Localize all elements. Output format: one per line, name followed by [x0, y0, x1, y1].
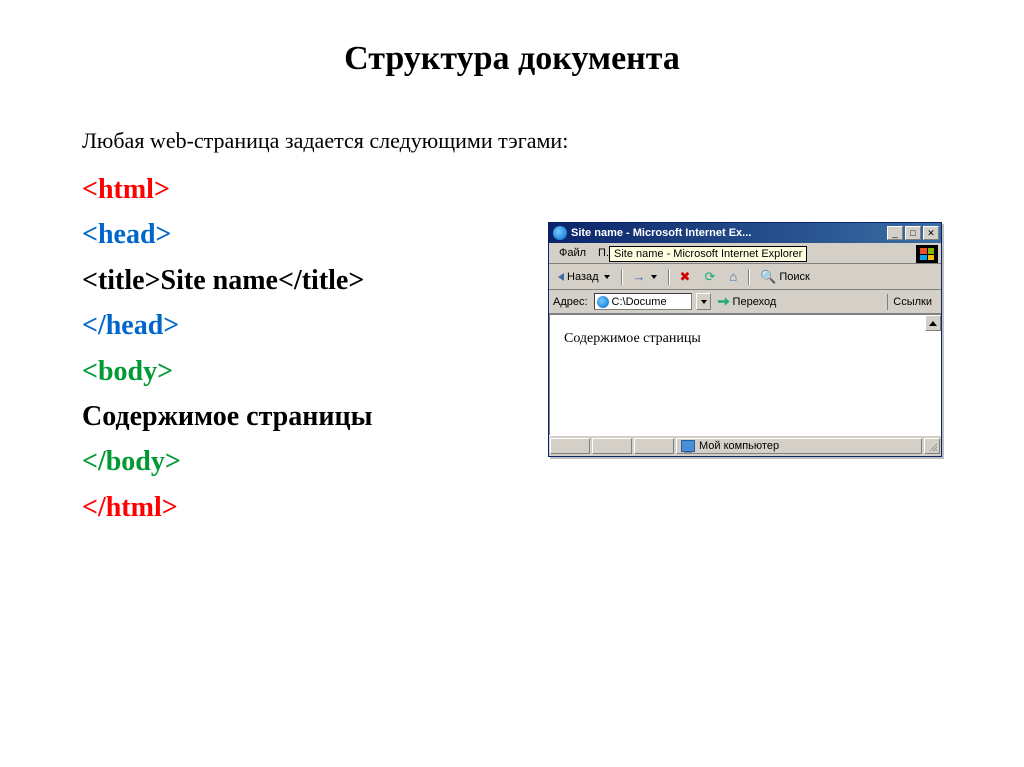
maximize-button[interactable]: □: [905, 226, 921, 240]
home-button[interactable]: ⌂: [724, 267, 742, 286]
status-zone-label: Мой компьютер: [699, 440, 779, 452]
ie-app-icon: [553, 226, 567, 240]
arrow-up-icon: [929, 321, 937, 326]
grip-icon: [927, 441, 937, 451]
ie-toolbar: Назад → ✖ ⟳ ⌂ 🔍 Поиск: [549, 264, 941, 290]
toolbar-separator: [748, 269, 749, 285]
home-icon: ⌂: [729, 270, 737, 283]
status-cell: [550, 438, 590, 454]
ie-titlebar[interactable]: Site name - Microsoft Internet Ex... _ □…: [549, 223, 941, 243]
page-body-text: Содержимое страницы: [564, 331, 701, 346]
stop-icon: ✖: [680, 270, 691, 283]
toolbar-separator: [668, 269, 669, 285]
status-zone: Мой компьютер: [676, 438, 922, 454]
ie-addressbar: Адрес: C:\Docume Переход Ссылки: [549, 290, 941, 314]
title-tooltip: Site name - Microsoft Internet Explorer: [609, 246, 807, 262]
back-button-label: Назад: [567, 271, 599, 283]
resize-grip[interactable]: [924, 438, 940, 454]
toolbar-separator: [621, 269, 622, 285]
menu-file[interactable]: Файл: [553, 245, 592, 261]
status-cell: [634, 438, 674, 454]
ie-content-area: Содержимое страницы: [549, 314, 941, 435]
arrow-right-icon: →: [633, 270, 646, 283]
close-button[interactable]: ✕: [923, 226, 939, 240]
minimize-button[interactable]: _: [887, 226, 903, 240]
search-button[interactable]: 🔍 Поиск: [755, 267, 815, 286]
title-tag-close: </title>: [278, 265, 364, 296]
arrow-left-icon: [558, 273, 564, 281]
address-dropdown-button[interactable]: [696, 293, 711, 310]
chevron-down-icon: [604, 275, 610, 279]
title-tag-open: <title>: [82, 265, 161, 296]
ie-window: Site name - Microsoft Internet Ex... _ □…: [548, 222, 942, 457]
caption-buttons: _ □ ✕: [887, 226, 939, 240]
address-value: C:\Docume: [612, 296, 667, 308]
slide-title: Структура документа: [0, 40, 1024, 78]
go-arrow-icon: [718, 296, 730, 308]
page-icon: [597, 296, 609, 308]
search-icon: 🔍: [760, 270, 776, 283]
ie-statusbar: Мой компьютер: [549, 435, 941, 456]
scroll-up-button[interactable]: [925, 315, 941, 331]
chevron-down-icon: [701, 300, 707, 304]
ie-menubar: Файл П... Site name - Microsoft Internet…: [549, 243, 941, 264]
computer-icon: [681, 440, 695, 452]
back-button[interactable]: Назад: [553, 268, 615, 286]
address-label: Адрес:: [553, 296, 590, 308]
forward-button[interactable]: →: [628, 267, 662, 286]
stop-button[interactable]: ✖: [675, 267, 696, 286]
refresh-icon: ⟳: [704, 270, 715, 283]
go-button-label: Переход: [733, 296, 777, 308]
links-button[interactable]: Ссылки: [887, 294, 937, 310]
go-button[interactable]: Переход: [715, 294, 780, 310]
code-line-html-close: </html>: [82, 486, 942, 529]
intro-text: Любая web-страница задается следующими т…: [82, 128, 942, 154]
windows-logo-icon: [916, 245, 938, 263]
title-tag-content: Site name: [161, 265, 278, 296]
refresh-button[interactable]: ⟳: [699, 267, 720, 286]
slide: Структура документа Любая web-страница з…: [0, 0, 1024, 767]
code-line-html-open: <html>: [82, 168, 942, 211]
search-button-label: Поиск: [779, 271, 809, 283]
status-cell: [592, 438, 632, 454]
chevron-down-icon: [651, 275, 657, 279]
address-input[interactable]: C:\Docume: [594, 293, 692, 310]
ie-window-title: Site name - Microsoft Internet Ex...: [571, 227, 887, 239]
